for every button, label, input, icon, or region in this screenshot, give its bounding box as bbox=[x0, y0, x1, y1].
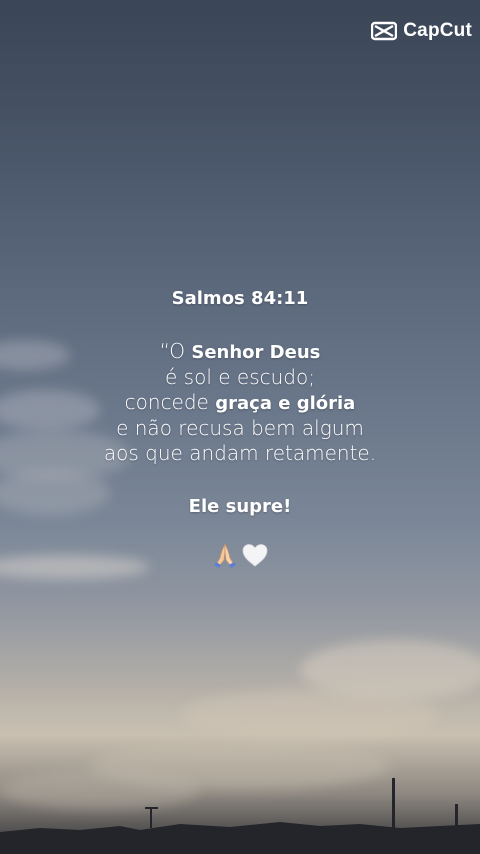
verse-text-bold: Senhor Deus bbox=[191, 342, 321, 363]
verse-reference: Salmos 84:11 bbox=[171, 288, 309, 309]
cloud bbox=[180, 690, 440, 740]
verse-text: e não recusa bem algum bbox=[116, 416, 364, 440]
white-heart-icon bbox=[241, 541, 269, 573]
emoji-row bbox=[0, 541, 480, 573]
verse-line: é sol e escudo; bbox=[0, 365, 480, 390]
praying-hands-icon bbox=[211, 541, 239, 573]
verse-line: e não recusa bem algum bbox=[0, 416, 480, 441]
verse-text: concede bbox=[124, 390, 216, 414]
capcut-label: CapCut bbox=[403, 20, 472, 41]
verse-line: aos que andam retamente. bbox=[0, 441, 480, 466]
verse-line: “O Senhor Deus bbox=[0, 339, 480, 365]
verse-text-bold: graça e glória bbox=[215, 393, 356, 414]
capcut-logo-icon bbox=[371, 21, 398, 41]
closing-text: Ele supre! bbox=[188, 496, 292, 517]
city-silhouette bbox=[0, 778, 480, 854]
verse-text: é sol e escudo; bbox=[165, 365, 315, 389]
verse-block: Salmos 84:11 “O Senhor Deus é sol e escu… bbox=[0, 288, 480, 573]
capcut-watermark: CapCut bbox=[371, 20, 472, 42]
verse-line: concede graça e glória bbox=[0, 390, 480, 416]
verse-text: aos que andam retamente. bbox=[103, 441, 377, 465]
verse-text: “O bbox=[159, 339, 192, 363]
